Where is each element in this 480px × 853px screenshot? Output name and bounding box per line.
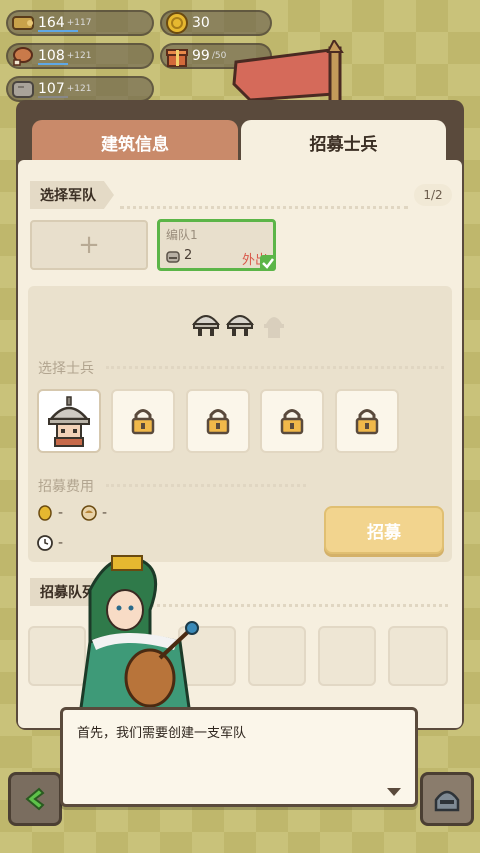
cost-food-value: - xyxy=(58,505,64,521)
stone-resource: 107 +121 xyxy=(6,76,154,102)
coin-resource: 30 xyxy=(160,10,272,36)
helmet-icon xyxy=(166,251,180,263)
soldier-slot-locked[interactable] xyxy=(186,389,250,453)
lock-icon xyxy=(206,409,230,435)
soldier-slot-locked[interactable] xyxy=(335,389,399,453)
stone-value: 107 xyxy=(38,81,65,97)
queue-slot xyxy=(248,626,306,686)
wood-delta: +117 xyxy=(66,18,92,28)
recruit-cost-label: 招募费用 xyxy=(38,479,94,495)
meat-resource: 108 +121 xyxy=(6,43,154,69)
stone-icon xyxy=(12,81,34,98)
lock-icon xyxy=(355,409,379,435)
infantry-soldier-icon xyxy=(48,396,90,447)
divider xyxy=(106,484,306,487)
seed-icon xyxy=(81,505,97,521)
army-button[interactable] xyxy=(420,772,474,826)
meat-icon xyxy=(13,47,33,66)
cost-time-value: - xyxy=(58,535,64,551)
tab-building-info[interactable]: 建筑信息 xyxy=(32,120,238,164)
back-arrow-icon xyxy=(25,787,45,811)
cost-seed: - xyxy=(80,504,107,522)
stone-delta: +121 xyxy=(66,84,92,94)
queue-slot xyxy=(318,626,376,686)
meat-value: 108 xyxy=(38,48,65,64)
army-soldier-count: 2 xyxy=(184,248,193,263)
gift-cap: /50 xyxy=(211,51,227,61)
empty-helmet-icon xyxy=(264,317,284,338)
divider xyxy=(120,206,408,209)
lock-icon xyxy=(280,409,304,435)
wood-value: 164 xyxy=(38,15,65,31)
gift-value: 99 xyxy=(192,48,210,64)
army-name: 编队1 xyxy=(166,228,198,242)
select-soldier-label: 选择士兵 xyxy=(38,361,94,377)
coin-value: 30 xyxy=(192,15,210,31)
dialog-box[interactable]: 首先，我们需要创建一支军队 xyxy=(60,707,418,807)
clock-icon xyxy=(37,535,53,551)
army-helmets-preview xyxy=(191,315,284,338)
page-indicator: 1/2 xyxy=(414,184,452,206)
soldier-slot-locked[interactable] xyxy=(111,389,175,453)
back-button[interactable] xyxy=(8,772,62,826)
soldier-slot-locked[interactable] xyxy=(260,389,324,453)
army-card[interactable]: 编队1 2 外出 xyxy=(157,219,276,271)
soldier-helmet-icon xyxy=(191,315,221,336)
queue-slot xyxy=(388,626,448,686)
wood-icon xyxy=(12,16,34,30)
cost-time: - xyxy=(36,534,63,552)
wood-resource: 164 +117 xyxy=(6,10,154,36)
selected-check-icon xyxy=(260,255,276,271)
divider xyxy=(106,366,444,369)
helmet-icon xyxy=(434,790,460,812)
select-army-title: 选择军队 xyxy=(30,181,114,209)
soldier-slot-infantry[interactable] xyxy=(37,389,101,453)
cost-seed-value: - xyxy=(102,505,108,521)
coin-icon xyxy=(166,12,188,34)
meat-delta: +121 xyxy=(66,51,92,61)
gift-icon xyxy=(166,49,188,67)
dialog-text: 首先，我们需要创建一支军队 xyxy=(77,726,247,741)
lock-icon xyxy=(131,409,155,435)
soldier-helmet-icon xyxy=(225,315,255,336)
advisor-character xyxy=(78,555,199,717)
tab-recruit-soldiers[interactable]: 招募士兵 xyxy=(241,120,446,164)
cost-food: - xyxy=(36,504,63,522)
add-army-button[interactable]: + xyxy=(30,220,148,270)
dialog-next-icon[interactable] xyxy=(387,788,401,796)
recruit-button[interactable]: 招募 xyxy=(324,506,444,554)
wheat-icon xyxy=(38,505,52,521)
